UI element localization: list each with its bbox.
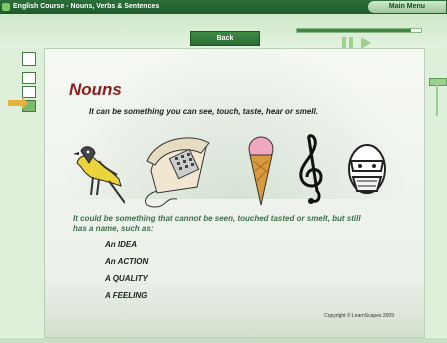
lesson-description: It could be something that cannot be see… [73,214,361,233]
bird-image [73,146,125,204]
example-item: A FEELING [105,291,148,300]
telephone-image [145,137,210,208]
back-button[interactable]: Back [190,31,260,46]
background-field [45,277,424,337]
lesson-panel: Nouns It can be something you can see, t… [44,48,425,338]
lesson-progress-fill [297,29,412,32]
ice-cream-image [248,136,274,206]
lesson-subtitle: It can be something you can see, touch, … [89,107,318,116]
treble-clef-image [299,134,323,204]
pause-icon [342,37,346,48]
lesson-heading: Nouns [69,80,122,99]
main-menu-button[interactable]: Main Menu [368,1,446,13]
window-title: English Course - Nouns, Verbs & Sentence… [13,3,160,10]
face-mask-image [348,144,386,194]
noun-images [69,131,399,211]
page-nav-button-2[interactable] [22,72,36,84]
copyright-notice: Copyright © LearnScapes 2009 [324,313,394,319]
current-page-arrow-icon [8,97,28,109]
page-nav-button-1[interactable] [22,52,36,66]
example-item: An IDEA [105,240,137,249]
bottom-taskbar [0,338,447,343]
pause-icon-bar [349,37,353,48]
scroll-track [436,84,438,116]
example-item: A QUALITY [105,274,148,283]
example-item: An ACTION [105,257,149,266]
lesson-progress-bar [296,28,422,33]
scroll-handle[interactable] [429,78,447,86]
app-icon [2,3,10,11]
